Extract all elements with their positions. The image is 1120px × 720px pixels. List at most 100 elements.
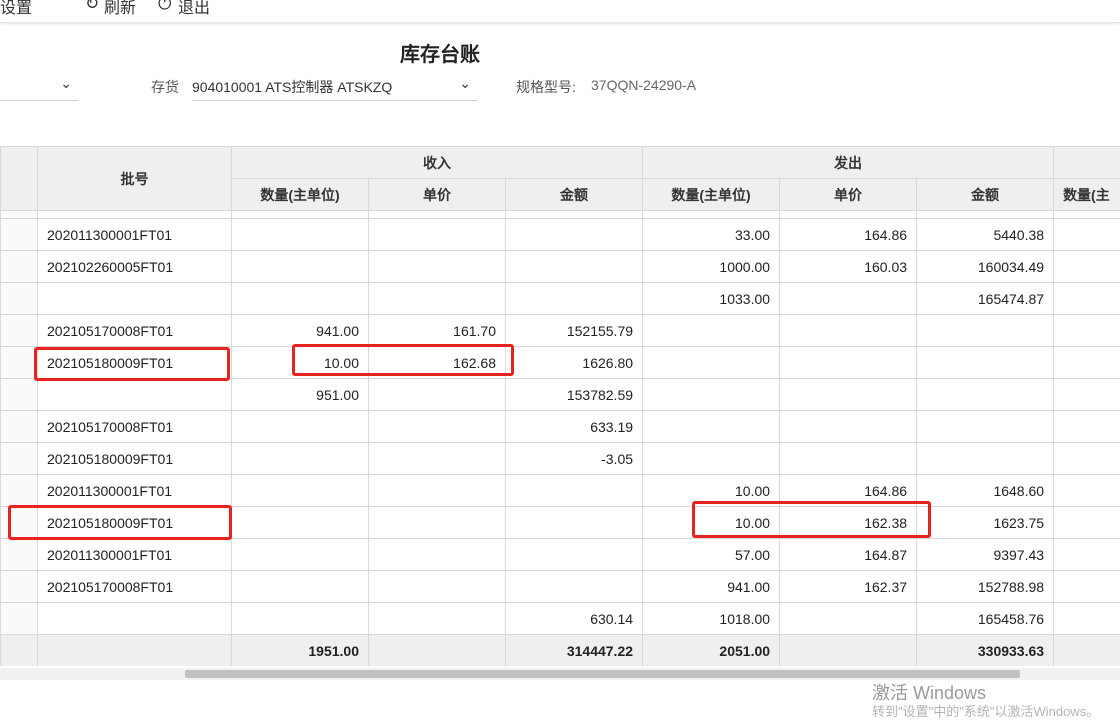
issue-qty-cell[interactable]: 1033.00	[643, 283, 780, 315]
receipt-qty-cell[interactable]: 1951.00	[232, 635, 369, 667]
table-row[interactable]: 202105170008FT01941.00161.70152155.79	[1, 315, 1120, 347]
row-selector-cell[interactable]	[1, 443, 38, 475]
issue-amount-cell[interactable]: 1648.60	[917, 475, 1054, 507]
chevron-down-icon[interactable]: ⌄	[459, 75, 471, 92]
receipt-price-cell[interactable]	[369, 379, 506, 411]
row-selector-cell[interactable]	[1, 283, 38, 315]
issue-qty-cell[interactable]	[643, 347, 780, 379]
receipt-amount-cell[interactable]: 153782.59	[506, 379, 643, 411]
issue-price-cell[interactable]: 162.38	[780, 507, 917, 539]
header-receipt-price[interactable]: 单价	[369, 179, 506, 211]
batch-cell[interactable]	[38, 603, 232, 635]
receipt-price-cell[interactable]	[369, 635, 506, 667]
receipt-price-cell[interactable]	[369, 539, 506, 571]
table-row[interactable]: 1033.00 165474.87	[1, 283, 1120, 315]
batch-cell[interactable]: 202102260005FT01	[38, 251, 232, 283]
batch-cell[interactable]: 202105170008FT01	[38, 571, 232, 603]
table-row[interactable]: 202011300001FT0110.00164.861648.60	[1, 475, 1120, 507]
batch-cell[interactable]: 202011300001FT01	[38, 219, 232, 251]
receipt-qty-cell[interactable]	[232, 475, 369, 507]
issue-amount-cell[interactable]	[917, 347, 1054, 379]
batch-cell[interactable]	[38, 635, 232, 667]
batch-cell[interactable]	[38, 283, 232, 315]
receipt-amount-cell[interactable]	[506, 571, 643, 603]
left-filter-select[interactable]: ⌄	[0, 72, 78, 101]
row-selector-cell[interactable]	[1, 251, 38, 283]
receipt-amount-cell[interactable]	[506, 539, 643, 571]
balance-qty-cell[interactable]	[1054, 283, 1120, 315]
receipt-price-cell[interactable]	[369, 283, 506, 315]
issue-qty-cell[interactable]	[643, 443, 780, 475]
issue-amount-cell[interactable]: 165458.76	[917, 603, 1054, 635]
issue-amount-cell[interactable]: 1623.75	[917, 507, 1054, 539]
issue-amount-cell[interactable]	[917, 315, 1054, 347]
balance-qty-cell[interactable]	[1054, 219, 1120, 251]
receipt-price-cell[interactable]	[369, 475, 506, 507]
balance-qty-cell[interactable]	[1054, 443, 1120, 475]
header-balance-qty[interactable]: 数量(主	[1054, 179, 1120, 211]
receipt-amount-cell[interactable]: 630.14	[506, 603, 643, 635]
ledger-grid[interactable]: 批号 收入 发出 数量(主单位) 单价 金额 数量(主单位) 单价 金额 数量(…	[0, 146, 1120, 666]
row-selector-cell[interactable]	[1, 539, 38, 571]
balance-qty-cell[interactable]	[1054, 635, 1120, 667]
table-row[interactable]: 202105170008FT01941.00162.37152788.98	[1, 571, 1120, 603]
table-row[interactable]: 951.00153782.59	[1, 379, 1120, 411]
batch-cell[interactable]	[38, 379, 232, 411]
toolbar-settings-fragment[interactable]: 设置	[0, 0, 32, 18]
header-batch[interactable]: 批号	[38, 147, 232, 211]
issue-qty-cell[interactable]: 33.00	[643, 219, 780, 251]
balance-qty-cell[interactable]	[1054, 539, 1120, 571]
batch-cell[interactable]: 202105170008FT01	[38, 411, 232, 443]
issue-qty-cell[interactable]: 57.00	[643, 539, 780, 571]
issue-price-cell[interactable]	[780, 411, 917, 443]
issue-price-cell[interactable]	[780, 443, 917, 475]
issue-amount-cell[interactable]	[917, 379, 1054, 411]
receipt-amount-cell[interactable]: 1626.80	[506, 347, 643, 379]
balance-qty-cell[interactable]	[1054, 603, 1120, 635]
receipt-qty-cell[interactable]	[232, 603, 369, 635]
balance-qty-cell[interactable]	[1054, 571, 1120, 603]
row-selector-cell[interactable]	[1, 635, 38, 667]
scrollbar-thumb[interactable]	[185, 670, 1020, 678]
issue-amount-cell[interactable]: 5440.38	[917, 219, 1054, 251]
issue-price-cell[interactable]	[780, 347, 917, 379]
issue-price-cell[interactable]	[780, 603, 917, 635]
chevron-down-icon[interactable]: ⌄	[60, 75, 72, 92]
receipt-price-cell[interactable]: 161.70	[369, 315, 506, 347]
toolbar-exit-fragment[interactable]: 退出	[178, 0, 210, 18]
issue-price-cell[interactable]	[780, 635, 917, 667]
receipt-qty-cell[interactable]: 941.00	[232, 315, 369, 347]
total-row[interactable]: 1951.00314447.222051.00330933.63	[1, 635, 1120, 667]
header-issue-price[interactable]: 单价	[780, 179, 917, 211]
issue-price-cell[interactable]: 164.87	[780, 539, 917, 571]
receipt-qty-cell[interactable]	[232, 219, 369, 251]
row-selector-cell[interactable]	[1, 315, 38, 347]
receipt-qty-cell[interactable]	[232, 411, 369, 443]
receipt-price-cell[interactable]	[369, 507, 506, 539]
batch-cell[interactable]: 202105170008FT01	[38, 315, 232, 347]
issue-amount-cell[interactable]: 9397.43	[917, 539, 1054, 571]
issue-price-cell[interactable]: 164.86	[780, 475, 917, 507]
issue-amount-cell[interactable]: 165474.87	[917, 283, 1054, 315]
issue-qty-cell[interactable]: 941.00	[643, 571, 780, 603]
receipt-amount-cell[interactable]	[506, 251, 643, 283]
balance-qty-cell[interactable]	[1054, 507, 1120, 539]
receipt-amount-cell[interactable]: 152155.79	[506, 315, 643, 347]
balance-qty-cell[interactable]	[1054, 411, 1120, 443]
table-row[interactable]: 202105180009FT01-3.05	[1, 443, 1120, 475]
table-row[interactable]: 202102260005FT011000.00160.03160034.49	[1, 251, 1120, 283]
balance-qty-cell[interactable]	[1054, 379, 1120, 411]
receipt-amount-cell[interactable]: 314447.22	[506, 635, 643, 667]
table-row[interactable]: 202011300001FT0157.00164.879397.43	[1, 539, 1120, 571]
receipt-qty-cell[interactable]	[232, 571, 369, 603]
issue-amount-cell[interactable]: 152788.98	[917, 571, 1054, 603]
issue-amount-cell[interactable]: 160034.49	[917, 251, 1054, 283]
receipt-qty-cell[interactable]	[232, 539, 369, 571]
issue-qty-cell[interactable]	[643, 411, 780, 443]
toolbar-refresh-fragment[interactable]: 刷新	[104, 0, 136, 18]
row-selector-cell[interactable]	[1, 219, 38, 251]
receipt-price-cell[interactable]	[369, 251, 506, 283]
receipt-amount-cell[interactable]	[506, 219, 643, 251]
receipt-price-cell[interactable]	[369, 219, 506, 251]
row-selector-cell[interactable]	[1, 411, 38, 443]
